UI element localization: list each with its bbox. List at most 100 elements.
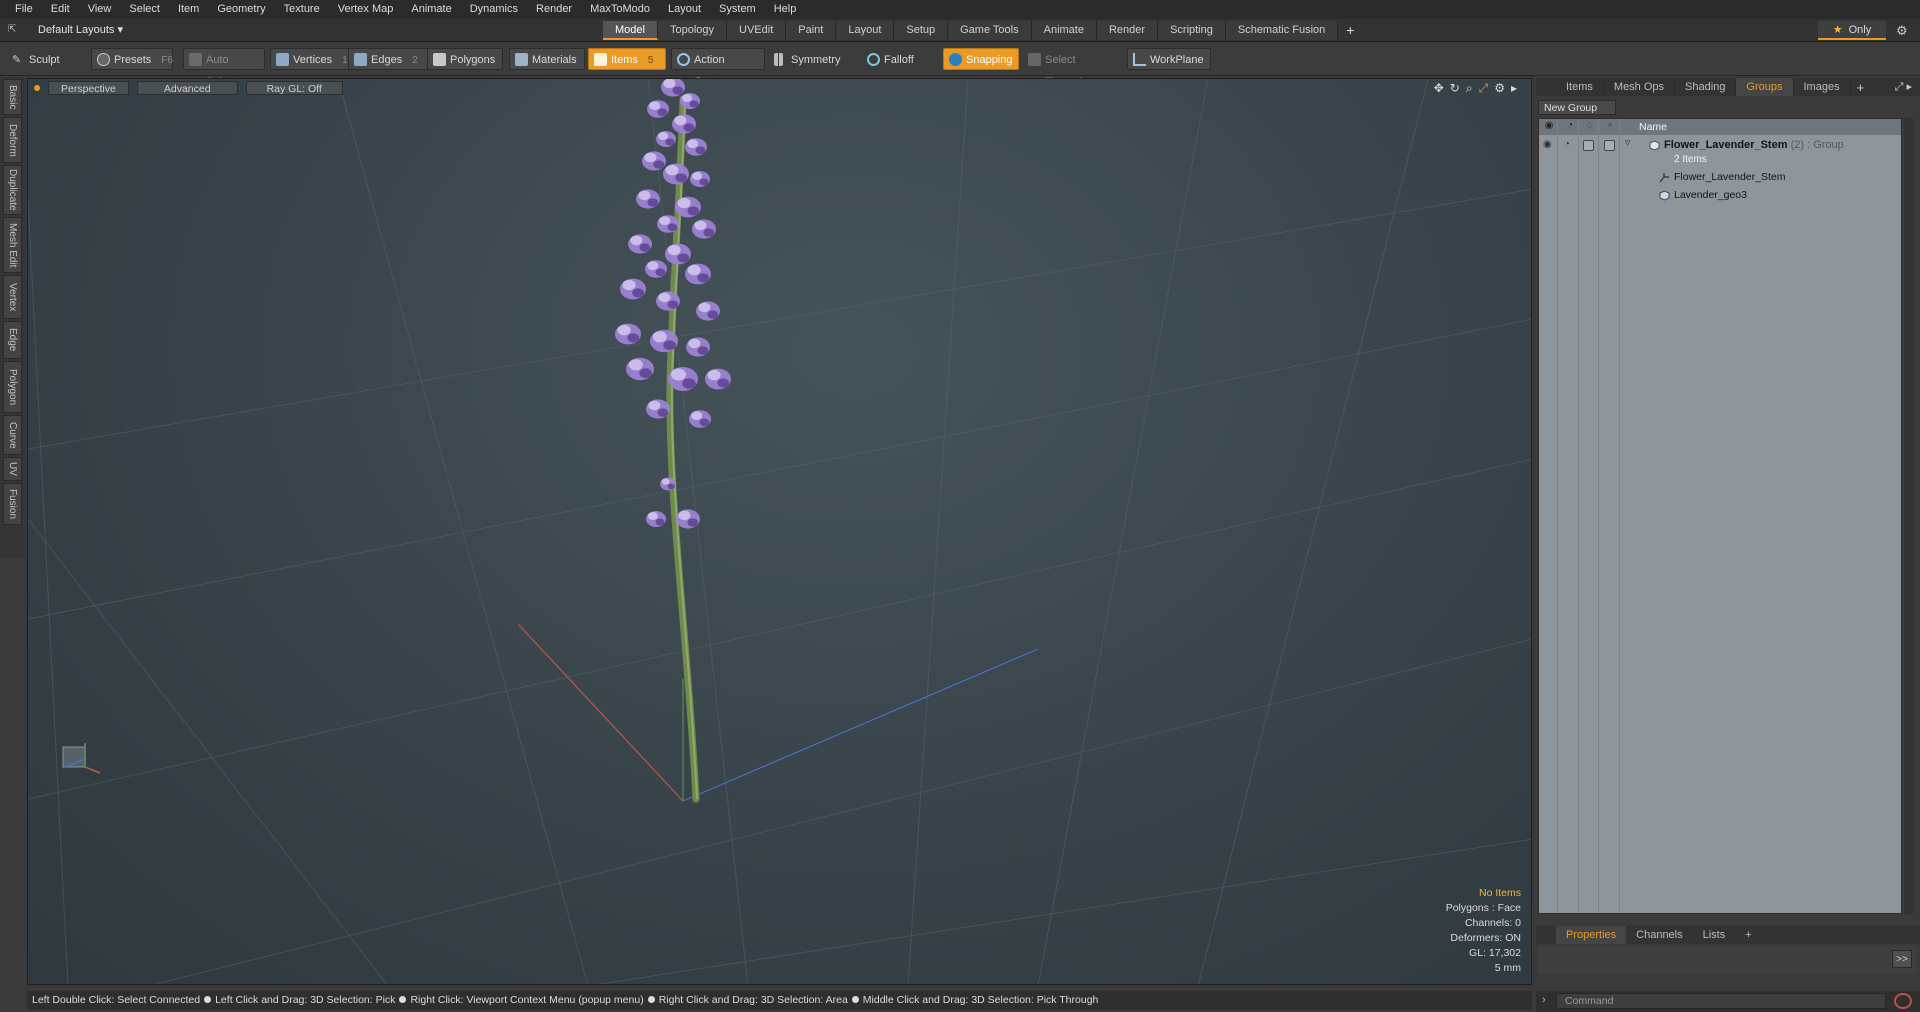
right-tab-shading[interactable]: Shading [1675, 78, 1737, 96]
vertices-button[interactable]: Vertices 1 [270, 48, 350, 70]
menu-view[interactable]: View [79, 0, 121, 19]
right-tab-images[interactable]: Images [1794, 78, 1851, 96]
tab-topology[interactable]: Topology [657, 21, 728, 40]
expand-arrow-icon[interactable]: ▿ [1625, 137, 1630, 149]
viewport-scene [28, 79, 1531, 984]
tab-animate[interactable]: Animate [1031, 21, 1097, 40]
expand-panel-icon[interactable]: ⤢ ▸ [1895, 80, 1912, 94]
group-count: (2) [1790, 139, 1805, 151]
new-group-button[interactable]: New Group [1538, 100, 1616, 115]
tab-render[interactable]: Render [1096, 21, 1159, 40]
ray-gl-button[interactable]: Ray GL: Off [245, 81, 343, 95]
tab-game-tools[interactable]: Game Tools [948, 21, 1032, 40]
left-tab-uv[interactable]: UV [3, 457, 22, 481]
materials-button[interactable]: Materials [509, 48, 585, 70]
add-prop-tab-icon[interactable]: + [1735, 926, 1761, 944]
right-tab-groups[interactable]: Groups [1736, 78, 1794, 96]
menu-help[interactable]: Help [765, 0, 806, 19]
status-separator-dot [204, 996, 212, 1003]
command-record-icon[interactable] [1894, 993, 1912, 1009]
tab-uvedit[interactable]: UVEdit [727, 21, 787, 40]
layout-collapse-icon[interactable]: ⇱ [8, 24, 20, 36]
view-mode-button[interactable]: Perspective [48, 81, 129, 95]
advanced-button[interactable]: Advanced [136, 81, 238, 95]
eye-icon[interactable]: ◉ [1543, 139, 1552, 150]
presets-button[interactable]: Presets F6 [91, 48, 173, 70]
snapping-button[interactable]: Snapping [943, 48, 1019, 70]
gear-icon[interactable]: ⚙ [1896, 23, 1908, 39]
fit-icon[interactable]: ⤢ [1479, 81, 1489, 96]
right-tab-items[interactable]: Items [1556, 78, 1604, 96]
left-tab-fusion[interactable]: Fusion [3, 483, 22, 525]
prop-tab-lists[interactable]: Lists [1693, 926, 1736, 944]
right-panel-tabs: Items Mesh Ops Shading Groups Images + ⤢ ▸ [1536, 78, 1920, 96]
left-tab-deform[interactable]: Deform [3, 117, 22, 163]
edges-button[interactable]: Edges 2 [348, 48, 428, 70]
add-right-tab-icon[interactable]: + [1851, 80, 1871, 95]
viewport-menu-dot[interactable] [34, 85, 40, 91]
left-tab-curve[interactable]: Curve [3, 415, 22, 455]
items-button[interactable]: Items 5 [588, 48, 666, 70]
3d-viewport[interactable]: Perspective Advanced Ray GL: Off ✥ ↻ ⌕ ⤢… [27, 78, 1532, 985]
prop-tab-channels[interactable]: Channels [1626, 926, 1692, 944]
menu-dynamics[interactable]: Dynamics [461, 0, 527, 19]
left-tab-duplicate[interactable]: Duplicate [3, 165, 22, 215]
menu-layout[interactable]: Layout [659, 0, 710, 19]
menu-file[interactable]: File [6, 0, 42, 19]
only-toggle[interactable]: ★ Only [1818, 21, 1886, 40]
auto-select-button[interactable]: Auto Select [183, 48, 265, 88]
menu-system[interactable]: System [710, 0, 765, 19]
symmetry-button[interactable]: Symmetry [768, 48, 854, 70]
tab-scripting[interactable]: Scripting [1158, 21, 1226, 40]
workplane-button[interactable]: WorkPlane [1127, 48, 1211, 70]
left-tab-edge[interactable]: Edge [3, 321, 22, 359]
tab-paint[interactable]: Paint [786, 21, 837, 40]
expand-properties-button[interactable]: >> [1892, 950, 1912, 968]
menu-animate[interactable]: Animate [402, 0, 460, 19]
menu-vertex-map[interactable]: Vertex Map [329, 0, 403, 19]
rotate-icon[interactable]: ↻ [1450, 81, 1460, 96]
tab-model[interactable]: Model [603, 21, 658, 40]
tab-setup[interactable]: Setup [894, 21, 949, 40]
menu-render[interactable]: Render [527, 0, 581, 19]
tab-schematic-fusion[interactable]: Schematic Fusion [1225, 21, 1339, 40]
settings-icon[interactable]: ⚙ [1494, 81, 1505, 96]
tree-scrollbar[interactable] [1904, 118, 1914, 914]
zoom-icon[interactable]: ⌕ [1466, 81, 1473, 96]
add-layout-tab-icon[interactable]: + [1338, 21, 1362, 40]
visibility-col-icon[interactable]: ◉ [1542, 120, 1556, 134]
tree-row-child[interactable]: Lavender_geo3 [1539, 187, 1901, 204]
menu-maxtomodo[interactable]: MaxToModo [581, 0, 659, 19]
pan-icon[interactable]: ✥ [1434, 81, 1444, 96]
polygons-button[interactable]: Polygons [427, 48, 503, 70]
layout-selector[interactable]: Default Layouts ▾ [38, 23, 123, 36]
menu-edit[interactable]: Edit [42, 0, 79, 19]
tab-layout[interactable]: Layout [836, 21, 895, 40]
render-col-icon[interactable]: ◔ [1563, 120, 1577, 134]
render-icon[interactable]: ◔ [1564, 139, 1570, 150]
select-through-button[interactable]: Select Through [1022, 48, 1120, 88]
menu-geometry[interactable]: Geometry [208, 0, 274, 19]
menu-texture[interactable]: Texture [275, 0, 329, 19]
select-checkbox[interactable] [1604, 140, 1615, 151]
prop-tab-properties[interactable]: Properties [1556, 926, 1627, 944]
select-col-icon[interactable]: ▫ [1603, 120, 1617, 134]
right-tab-mesh-ops[interactable]: Mesh Ops [1604, 78, 1676, 96]
name-column-header[interactable]: Name [1639, 121, 1667, 133]
left-tab-mesh-edit[interactable]: Mesh Edit [3, 217, 22, 273]
sculpt-button[interactable]: ✎ Sculpt [6, 48, 90, 70]
left-tab-vertex[interactable]: Vertex [3, 275, 22, 319]
lock-col-icon[interactable]: ◌ [1583, 120, 1597, 134]
falloff-button[interactable]: Falloff [861, 48, 933, 70]
action-center-button[interactable]: Action Center [671, 48, 765, 88]
left-tab-polygon[interactable]: Polygon [3, 361, 22, 413]
menu-select[interactable]: Select [120, 0, 169, 19]
tree-row-group[interactable]: ◉ ◔ ▿ Flower_Lavender_Stem (2) : Group [1539, 137, 1901, 154]
lock-checkbox[interactable] [1583, 140, 1594, 151]
menu-item[interactable]: Item [169, 0, 208, 19]
play-icon[interactable]: ▸ [1511, 81, 1517, 96]
left-tab-basic[interactable]: Basic [3, 79, 22, 115]
command-input[interactable]: Command [1556, 993, 1886, 1009]
tree-row-child[interactable]: Flower_Lavender_Stem [1539, 169, 1901, 186]
groups-tree: ◉ ◔ ◌ ▫ Name ◉ ◔ ▿ Flower_Lavender_Stem … [1538, 118, 1902, 914]
